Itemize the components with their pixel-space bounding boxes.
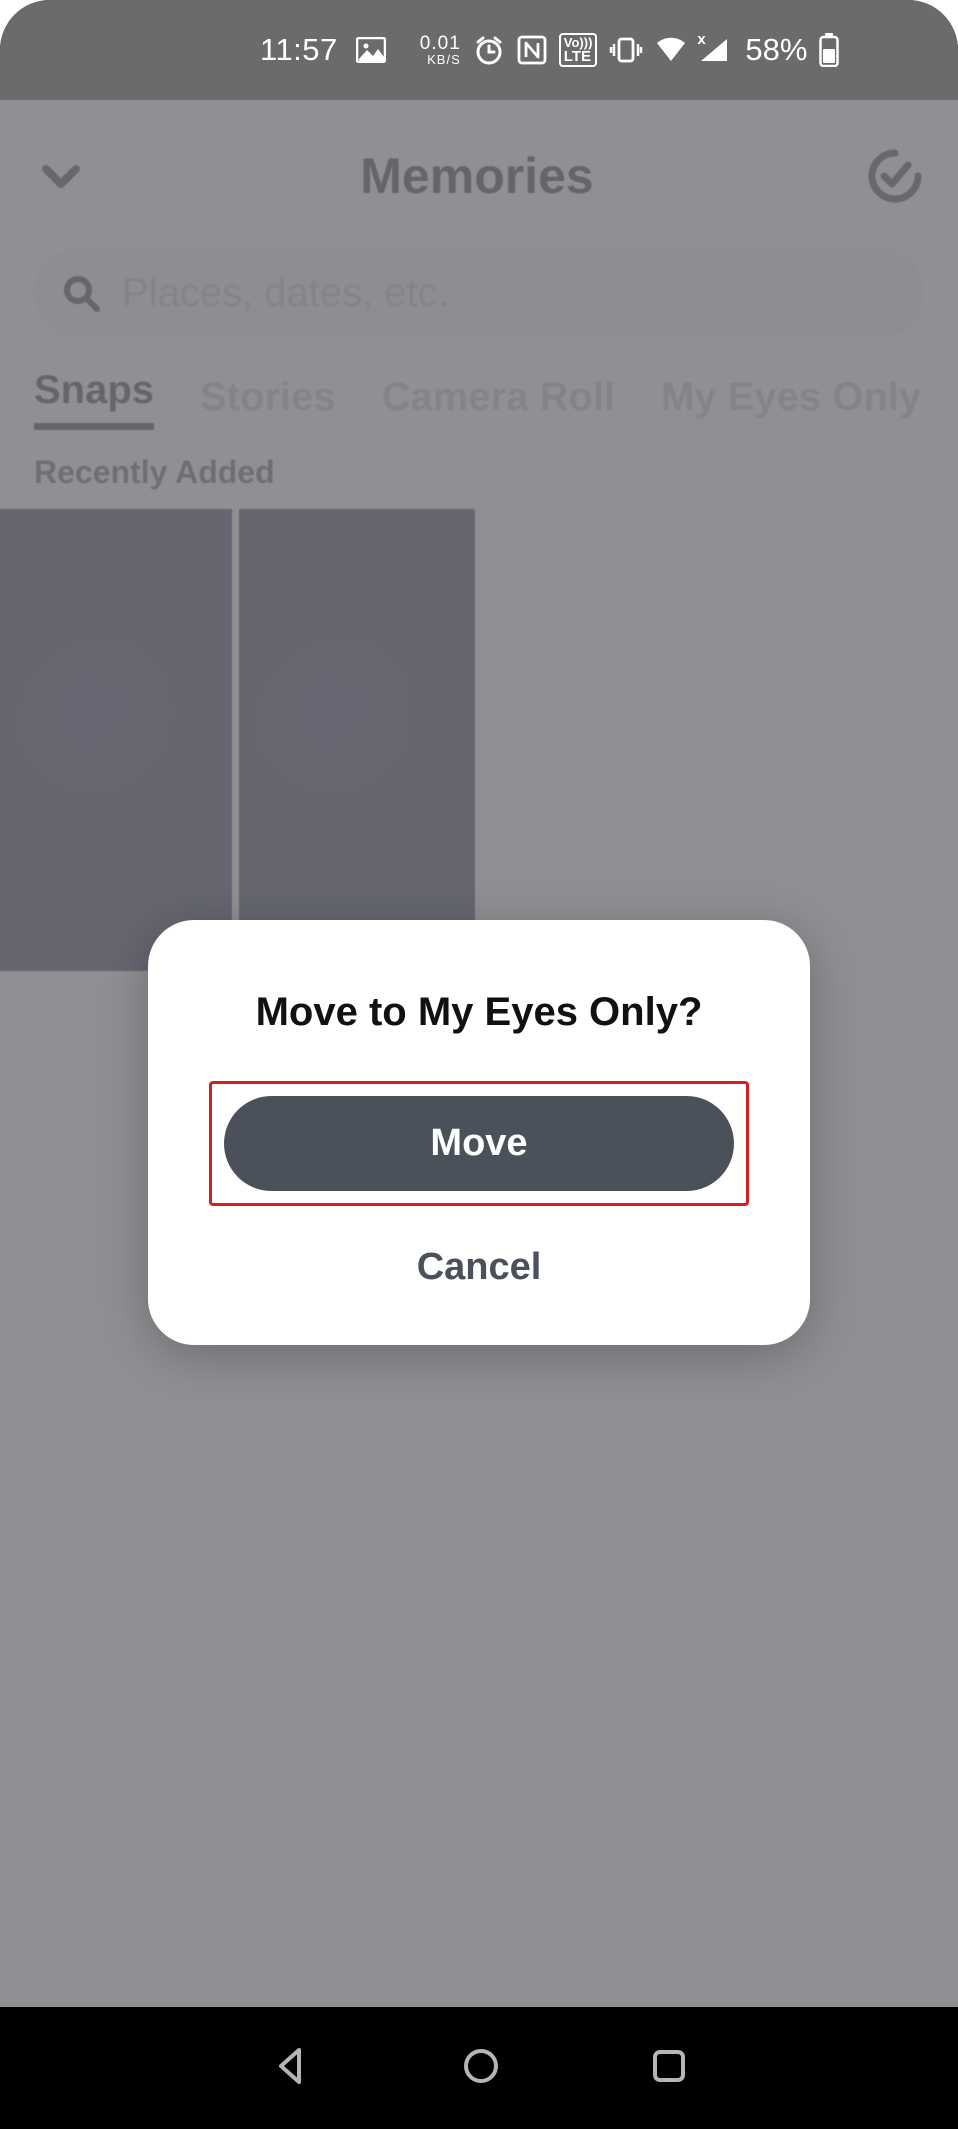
vibrate-icon [609, 35, 643, 65]
battery-icon [819, 33, 839, 67]
wifi-icon [655, 37, 687, 63]
volte-bot: LTE [564, 49, 593, 64]
nav-recents-icon[interactable] [651, 2048, 687, 2089]
network-speed-value: 0.01 [420, 34, 461, 53]
network-speed: 0.01 KB/S [420, 34, 461, 66]
device-frame: 11:57 0.01 KB/S Vo))) LTE [0, 0, 958, 2129]
volte-icon: Vo))) LTE [559, 33, 598, 67]
nav-back-icon[interactable] [271, 2046, 311, 2091]
screenshot-icon [356, 37, 386, 63]
nav-home-icon[interactable] [461, 2046, 501, 2091]
cellular-x-icon: x [697, 31, 705, 48]
cancel-button[interactable]: Cancel [417, 1246, 542, 1289]
move-confirm-modal: Move to My Eyes Only? Move Cancel [148, 920, 810, 1345]
android-navbar [0, 2007, 958, 2129]
move-button[interactable]: Move [224, 1096, 734, 1191]
status-bar: 11:57 0.01 KB/S Vo))) LTE [0, 0, 958, 100]
alarm-icon [473, 34, 505, 66]
annotation-highlight: Move [209, 1081, 749, 1206]
network-speed-unit: KB/S [420, 53, 461, 66]
battery-percentage: 58% [745, 32, 807, 68]
status-left: 11:57 [260, 32, 386, 68]
cellular-icon: x [699, 37, 729, 63]
modal-title: Move to My Eyes Only? [192, 990, 766, 1035]
app-body: Memories Snaps Stories Camera Roll My Ey… [0, 100, 958, 2007]
status-time: 11:57 [260, 32, 338, 68]
status-right: 0.01 KB/S Vo))) LTE x 58% [420, 32, 840, 68]
nfc-icon [517, 35, 547, 65]
